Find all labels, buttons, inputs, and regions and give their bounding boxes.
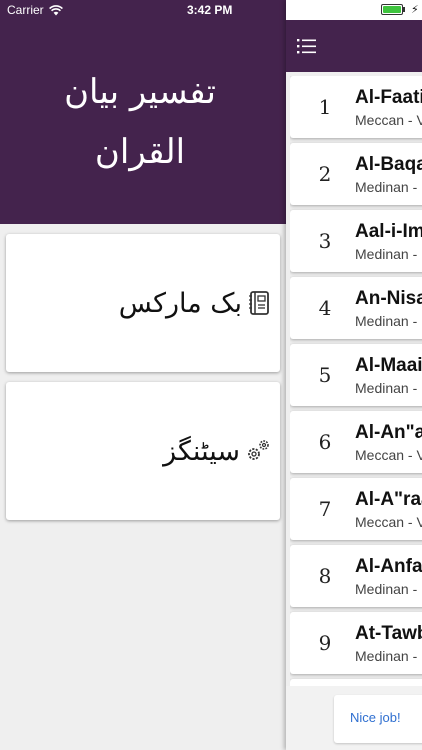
surah-row[interactable]: 8 Al-Anfaal Medinan - <box>290 545 422 607</box>
bookmarks-row: بک مارکس <box>119 234 272 372</box>
bottom-bar: Nice job! <box>286 686 422 750</box>
surah-row[interactable]: 2 Al-Baqara Medinan - <box>290 143 422 205</box>
surah-name: Aal-i-Imraan <box>355 221 422 242</box>
status-time: 3:42 PM <box>187 3 233 17</box>
nav-bar <box>286 20 422 72</box>
surah-row[interactable]: 6 Al-An"aam Meccan - V <box>290 411 422 473</box>
surah-row[interactable]: 3 Aal-i-Imraan Medinan - <box>290 210 422 272</box>
carrier-label: Carrier <box>7 3 44 17</box>
surah-info: Medinan - <box>355 313 418 329</box>
surah-info: Medinan - <box>355 246 418 262</box>
status-left: Carrier <box>7 3 63 17</box>
surah-number: 2 <box>318 162 332 186</box>
menu-list-icon[interactable] <box>296 36 318 56</box>
surah-info: Meccan - V <box>355 514 422 530</box>
status-right: ⚡ <box>286 0 422 20</box>
surah-name: Al-Baqara <box>355 154 422 175</box>
surah-row[interactable] <box>290 679 422 686</box>
surah-row[interactable]: 4 An-Nisaa Medinan - <box>290 277 422 339</box>
surah-info: Medinan - <box>355 179 418 195</box>
surah-number: 7 <box>318 497 332 521</box>
app-title-line-2: القران <box>94 132 186 172</box>
surah-number: 4 <box>318 296 332 320</box>
battery-tip <box>403 7 405 12</box>
surah-number: 9 <box>318 631 332 655</box>
surah-number: 3 <box>318 229 332 253</box>
main-panel: ⚡ 1 Al-Faatiha Meccan - V 2 Al-Baqara Me… <box>286 0 422 750</box>
wifi-icon <box>48 4 63 15</box>
surah-number: 1 <box>318 95 332 119</box>
surah-number: 8 <box>318 564 332 588</box>
menu-header: Carrier 3:42 PM تفسیر بیان القران <box>0 0 286 224</box>
surah-list[interactable]: 1 Al-Faatiha Meccan - V 2 Al-Baqara Medi… <box>290 76 422 686</box>
surah-name: Al-Anfaal <box>355 556 422 577</box>
toast-text: Nice job! <box>350 710 401 725</box>
surah-name: Al-An"aam <box>355 422 422 443</box>
surah-name: Al-A"raaf <box>355 489 422 510</box>
bookmark-book-icon <box>249 291 269 315</box>
surah-name: At-Tawba <box>355 623 422 644</box>
toast-banner[interactable]: Nice job! <box>334 695 422 743</box>
surah-row[interactable]: 1 Al-Faatiha Meccan - V <box>290 76 422 138</box>
surah-info: Medinan - <box>355 380 418 396</box>
surah-info: Medinan - <box>355 581 418 597</box>
surah-number: 6 <box>318 430 332 454</box>
surah-row[interactable]: 9 At-Tawba Medinan - <box>290 612 422 674</box>
side-menu: Carrier 3:42 PM تفسیر بیان القران بک مار… <box>0 0 286 750</box>
charging-icon: ⚡ <box>411 3 419 16</box>
surah-name: Al-Maaida <box>355 355 422 376</box>
surah-info: Medinan - <box>355 648 418 664</box>
bookmarks-label: بک مارکس <box>118 287 242 319</box>
surah-name: Al-Faatiha <box>355 87 422 108</box>
surah-row[interactable]: 5 Al-Maaida Medinan - <box>290 344 422 406</box>
surah-number: 5 <box>318 363 332 387</box>
settings-card[interactable]: سیٹنگز <box>6 382 280 520</box>
app-title-line-1: تفسیر بیان <box>64 72 216 112</box>
surah-info: Meccan - V <box>355 112 422 128</box>
settings-row: سیٹنگز <box>163 382 272 520</box>
gears-icon <box>248 440 269 460</box>
surah-info: Meccan - V <box>355 447 422 463</box>
bookmarks-card[interactable]: بک مارکس <box>6 234 280 372</box>
surah-name: An-Nisaa <box>355 288 422 309</box>
battery-icon <box>381 4 403 15</box>
app-title: تفسیر بیان القران <box>40 62 240 182</box>
surah-row[interactable]: 7 Al-A"raaf Meccan - V <box>290 478 422 540</box>
settings-label: سیٹنگز <box>163 435 240 467</box>
